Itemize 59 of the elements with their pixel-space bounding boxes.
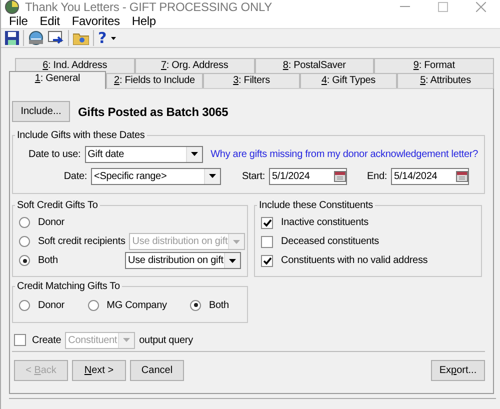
start-date-field[interactable]: 5/1/2024 bbox=[269, 168, 347, 184]
radio-option[interactable]: Soft credit recipients bbox=[19, 236, 126, 247]
field-label: Date: bbox=[62, 170, 87, 182]
radio-option[interactable]: MG Company bbox=[88, 300, 167, 310]
tab[interactable]: 2: Fields to Include bbox=[106, 73, 203, 88]
menu-item[interactable]: Help bbox=[126, 14, 162, 28]
checkmark-icon bbox=[262, 256, 272, 264]
dialog-button[interactable]: Next > bbox=[72, 360, 126, 381]
dropdown-arrow-icon[interactable] bbox=[190, 152, 198, 156]
dropdown-arrow-icon[interactable] bbox=[229, 258, 236, 262]
close-icon[interactable] bbox=[476, 2, 486, 12]
include-button[interactable]: Include... bbox=[12, 101, 70, 122]
tab[interactable]: 5: Attributes bbox=[397, 73, 494, 88]
checkbox-option[interactable]: Deceased constituents bbox=[261, 236, 380, 248]
checkbox-option[interactable]: Create bbox=[14, 334, 62, 346]
checkbox-option[interactable]: Inactive constituents bbox=[261, 216, 368, 228]
radio-option[interactable]: Both bbox=[19, 255, 58, 266]
help-link[interactable]: Why are gifts missing from my donor acknowledgement letter? bbox=[210, 148, 478, 160]
dialog-button[interactable]: Cancel bbox=[130, 360, 184, 381]
window-title: Thank You Letters - GIFT PROCESSING ONLY bbox=[25, 0, 273, 14]
group-title: Include Gifts with these Dates bbox=[16, 130, 146, 141]
menu-item[interactable]: Edit bbox=[34, 14, 66, 28]
menu-item[interactable]: File bbox=[3, 14, 34, 28]
tab[interactable]: 3: Filters bbox=[203, 73, 300, 88]
date-to-use-dropdown[interactable]: Gift date bbox=[84, 146, 203, 162]
tab[interactable]: 9: Format bbox=[374, 58, 494, 73]
folder-icon[interactable] bbox=[73, 31, 89, 45]
group-title: Include these Constituents bbox=[258, 200, 374, 211]
tab[interactable]: 4: Gift Types bbox=[300, 73, 397, 88]
app-logo-icon bbox=[5, 0, 19, 14]
end-date-field[interactable]: 5/14/2024 bbox=[391, 168, 469, 184]
minimize-icon[interactable] bbox=[400, 6, 410, 8]
menu-item[interactable]: Favorites bbox=[66, 14, 126, 28]
help-icon[interactable]: ? bbox=[98, 29, 107, 47]
calendar-icon[interactable] bbox=[334, 170, 346, 182]
checkbox-option[interactable]: Constituents with no valid address bbox=[261, 254, 428, 266]
radio-option[interactable]: Donor bbox=[19, 300, 64, 310]
dialog-button[interactable]: Export... bbox=[431, 360, 485, 381]
checkmark-icon bbox=[262, 218, 272, 226]
batch-title: Gifts Posted as Batch 3065 bbox=[78, 104, 228, 118]
group-title: Soft Credit Gifts To bbox=[16, 200, 99, 211]
tab[interactable]: 7: Org. Address bbox=[134, 58, 254, 73]
tab[interactable]: 6: Ind. Address bbox=[15, 58, 135, 73]
date-range-dropdown[interactable]: <Specific range> bbox=[91, 168, 221, 184]
tab[interactable]: 8: PostalSaver bbox=[254, 58, 374, 73]
group-title: Credit Matching Gifts To bbox=[16, 281, 121, 292]
tab[interactable]: 1: General bbox=[9, 71, 106, 89]
field-label: Date to use: bbox=[28, 148, 81, 160]
save-icon[interactable] bbox=[5, 31, 19, 45]
export-icon[interactable] bbox=[48, 31, 64, 45]
field-label: End: bbox=[366, 170, 387, 182]
field-label: Start: bbox=[241, 170, 265, 182]
dropdown-arrow-icon[interactable] bbox=[209, 174, 216, 178]
distribution-dropdown[interactable]: Use distribution on gift bbox=[125, 252, 241, 269]
calendar-icon[interactable] bbox=[456, 170, 468, 182]
field-label: output query bbox=[139, 334, 193, 346]
radio-option[interactable]: Donor bbox=[19, 217, 64, 228]
radio-option[interactable]: Both bbox=[190, 300, 229, 310]
caret-icon[interactable] bbox=[110, 36, 116, 40]
